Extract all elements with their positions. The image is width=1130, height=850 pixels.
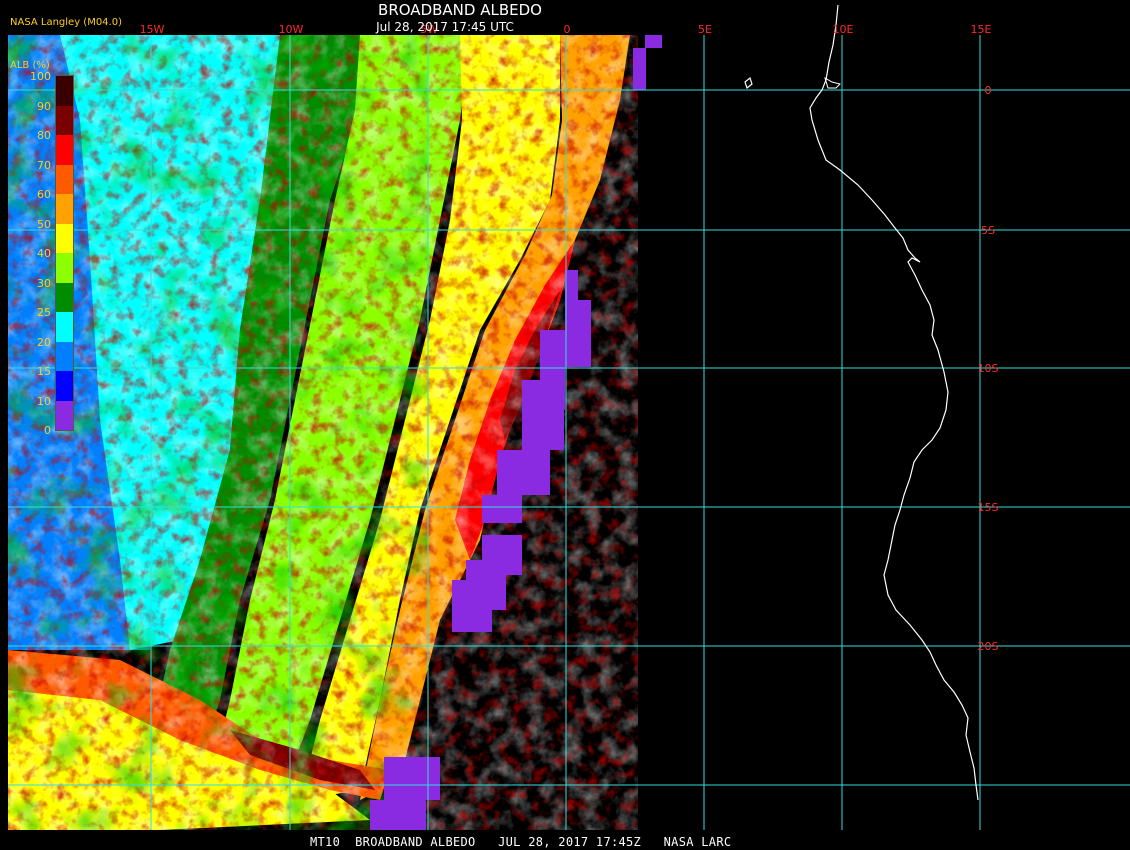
colorbar-tick-label: 80 [37, 129, 51, 142]
latitude-label: 5S [981, 224, 995, 237]
colorbar-tick-label: 15 [37, 365, 51, 378]
timestamp: Jul 28, 2017 17:45 UTC [376, 20, 514, 34]
longitude-label: 5E [698, 23, 712, 36]
colorbar-swatch [56, 282, 74, 313]
albedo-map: 15W 10W 5W 0 5E 10E 15E 0 5S 10S 15S 20S NASA Lang… [0, 0, 1130, 850]
colorbar-swatch [56, 400, 74, 431]
colorbar-swatch [56, 76, 74, 106]
colorbar-tick-label: 90 [37, 99, 51, 113]
latitude-label: 20S [978, 640, 999, 653]
colorbar-swatch [56, 371, 74, 401]
latitude-label: 15S [978, 501, 999, 514]
credit-label: NASA Langley (M04.0) [10, 17, 122, 28]
footer-caption: MT10 BROADBAND ALBEDO JUL 28, 2017 17:45… [310, 835, 732, 849]
colorbar-tick-label: 70 [37, 158, 51, 172]
colorbar-tick-label: 100 [30, 70, 51, 83]
map-canvas: 15W 10W 5W 0 5E 10E 15E 05S10S15S20S [0, 0, 1130, 850]
longitude-label: 0 [564, 23, 571, 36]
colorbar-swatch [56, 341, 74, 372]
colorbar-tick-label: 20 [37, 335, 51, 349]
latitude-label: 10S [978, 362, 999, 375]
longitude-label: 15E [971, 23, 992, 36]
colorbar-tick-label: 60 [37, 188, 51, 201]
longitude-label: 15W [140, 23, 165, 36]
colorbar-tick-label: 40 [37, 247, 51, 260]
colorbar-swatch [56, 194, 74, 224]
colorbar-swatch [56, 164, 74, 195]
colorbar-tick-label: 50 [37, 217, 51, 231]
longitude-label: 10W [279, 23, 304, 36]
colorbar-swatch [56, 223, 74, 254]
colorbar-swatch [56, 312, 74, 342]
colorbar-tick-label: 0 [44, 424, 51, 437]
colorbar-swatch [56, 253, 74, 283]
colorbar-tick-label: 30 [37, 276, 51, 290]
colorbar-swatch [56, 105, 74, 136]
latitude-label: 0 [985, 84, 992, 97]
colorbar-tick-label: 10 [37, 394, 51, 408]
page-title: BROADBAND ALBEDO [378, 1, 542, 19]
colorbar-tick-label: 25 [37, 306, 51, 319]
colorbar-swatch [56, 135, 74, 165]
longitude-label: 10E [833, 23, 854, 36]
